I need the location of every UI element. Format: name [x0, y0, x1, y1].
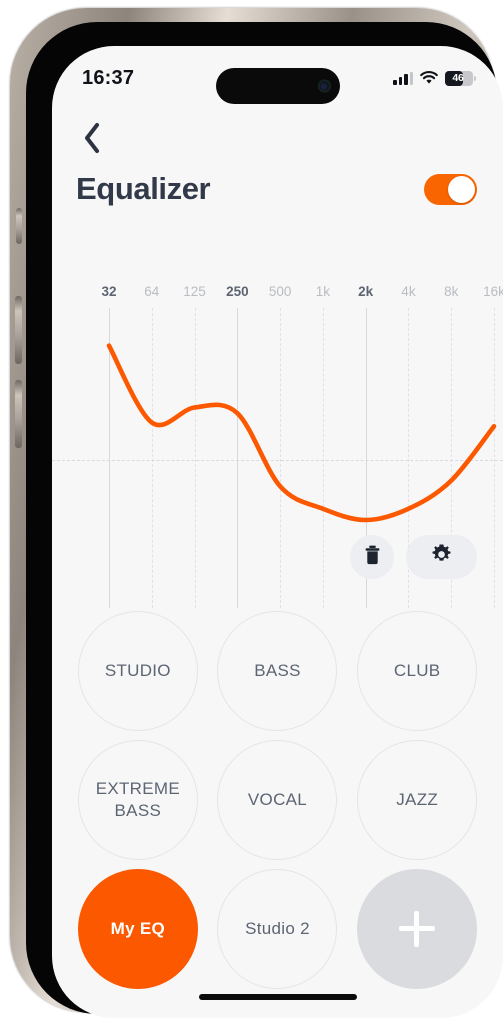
preset-jazz[interactable]: JAZZ: [357, 740, 478, 860]
back-button[interactable]: [72, 120, 112, 160]
frequency-label-250: 250: [226, 284, 249, 299]
toggle-knob: [448, 175, 475, 203]
phone-bezel: 16:37 46 Equalizer 32 64 125 250 500 1k …: [26, 22, 503, 1018]
battery-icon: 46: [445, 70, 476, 86]
cellular-signal-icon: [393, 71, 413, 85]
frequency-label-16k: 16k: [483, 284, 503, 299]
preset-label: BASS: [254, 660, 301, 680]
frequency-label-2k: 2k: [358, 284, 374, 299]
equalizer-enabled-toggle[interactable]: [424, 173, 477, 205]
preset-studio-2[interactable]: Studio 2: [217, 869, 338, 989]
preset-label: EXTREME BASS: [95, 778, 180, 820]
preset-vocal[interactable]: VOCAL: [217, 740, 338, 860]
battery-percent: 46: [452, 72, 464, 84]
wifi-icon: [420, 71, 438, 85]
phone-frame: 16:37 46 Equalizer 32 64 125 250 500 1k …: [10, 8, 503, 1018]
frequency-label-64: 64: [144, 284, 160, 299]
home-indicator[interactable]: [198, 994, 357, 1000]
frequency-label-125: 125: [183, 284, 206, 299]
trash-icon: [364, 545, 381, 570]
equalizer-settings-button[interactable]: [406, 535, 477, 579]
status-time: 16:37: [82, 66, 135, 89]
preset-my-eq[interactable]: My EQ: [77, 869, 198, 989]
preset-extreme-bass[interactable]: EXTREME BASS: [77, 740, 198, 860]
graph-action-buttons: [52, 533, 503, 581]
preset-studio[interactable]: STUDIO: [77, 611, 198, 731]
page-title: Equalizer: [76, 171, 211, 206]
dynamic-island: [215, 68, 340, 104]
frequency-label-1k: 1k: [315, 284, 331, 299]
volume-down-button[interactable]: [15, 380, 22, 448]
frequency-label-8k: 8k: [444, 284, 459, 299]
preset-label: Studio 2: [245, 918, 310, 938]
phone-screen: 16:37 46 Equalizer 32 64 125 250 500 1k …: [52, 46, 503, 1018]
screenshot-root: 16:37 46 Equalizer 32 64 125 250 500 1k …: [0, 0, 503, 1020]
preset-label: VOCAL: [247, 789, 308, 809]
chevron-left-icon: [82, 122, 102, 159]
frequency-label-4k: 4k: [401, 284, 416, 299]
frequency-label-32: 32: [101, 284, 117, 299]
frequency-label-500: 500: [268, 284, 292, 299]
preset-label: STUDIO: [104, 660, 171, 680]
add-preset-button[interactable]: [357, 869, 478, 989]
page-header: Equalizer: [52, 162, 503, 216]
front-camera-icon: [317, 79, 331, 93]
preset-bass[interactable]: BASS: [217, 611, 338, 731]
preset-label: CLUB: [393, 660, 441, 680]
preset-grid: STUDIO BASS CLUB EXTREME BASS VOCAL JAZZ My EQ…: [52, 611, 503, 989]
volume-up-button[interactable]: [15, 296, 22, 364]
frequency-axis-labels: 32 64 125 250 500 1k 2k 4k 8k 16k: [52, 284, 503, 308]
gear-icon: [430, 543, 453, 571]
preset-label: My EQ: [110, 918, 166, 938]
plus-icon: [397, 909, 437, 949]
status-indicators: 46: [393, 70, 476, 86]
delete-preset-button[interactable]: [350, 535, 394, 579]
preset-label: JAZZ: [396, 789, 439, 809]
preset-club[interactable]: CLUB: [357, 611, 478, 731]
action-button[interactable]: [16, 208, 22, 244]
